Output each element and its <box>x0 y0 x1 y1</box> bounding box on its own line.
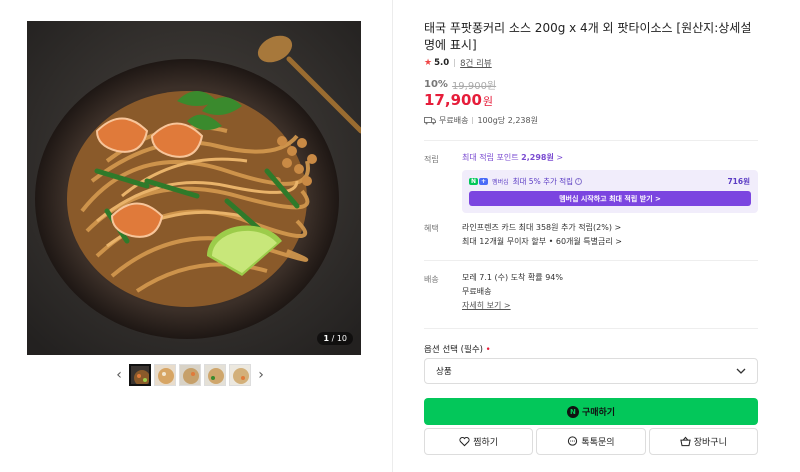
rating-value: 5.0 <box>434 58 450 68</box>
main-product-image[interactable]: 1 / 10 <box>27 21 361 355</box>
max-points-value: 2,298원 <box>521 153 554 162</box>
membership-badge-text: 멤버십 <box>492 179 509 186</box>
sale-price-unit: 원 <box>482 95 494 108</box>
max-points-prefix: 최대 적립 포인트 <box>462 153 522 162</box>
talk-inquiry-label: 톡톡문의 <box>581 438 615 448</box>
max-points-link[interactable]: 최대 적립 포인트 2,298원 > <box>462 153 563 162</box>
star-icon: ★ <box>424 58 433 68</box>
talk-inquiry-button[interactable]: 톡톡문의 <box>536 428 646 455</box>
delivery-label: 배송 <box>424 275 439 284</box>
sale-price-value: 17,900 <box>424 91 482 109</box>
product-gallery: 1 / 10 ‹ › <box>0 0 392 472</box>
buy-button-label: 구매하기 <box>581 408 616 418</box>
chevron-down-icon <box>736 368 746 374</box>
delivery-fee: 무료배송 <box>462 287 492 296</box>
buy-button[interactable]: N 구매하기 <box>424 398 758 425</box>
original-price: 19,900원 <box>451 81 497 92</box>
unit-price: 100g당 2,238원 <box>477 116 538 125</box>
section-divider <box>424 140 758 141</box>
thumbnail[interactable] <box>204 364 226 386</box>
divider <box>454 59 456 67</box>
cart-label: 장바구니 <box>693 438 727 448</box>
rating-row: ★ 5.0 8건 리뷰 <box>424 57 492 69</box>
image-counter: 1 / 10 <box>317 332 353 345</box>
card-benefit-link[interactable]: 라인프렌즈 카드 최대 358원 추가 적립(2%) > <box>462 221 622 235</box>
thumbnail[interactable] <box>154 364 176 386</box>
info-icon[interactable]: i <box>575 178 583 185</box>
benefits-body: 라인프렌즈 카드 최대 358원 추가 적립(2%) > 최대 12개월 무이자… <box>462 221 622 249</box>
section-divider <box>424 328 758 329</box>
section-divider <box>424 260 758 261</box>
discount-rate: 10% <box>424 79 448 90</box>
image-counter-total: / 10 <box>331 334 347 343</box>
chat-bubble-icon <box>568 436 578 446</box>
thumbnail-next-arrow[interactable]: › <box>254 364 268 386</box>
wishlist-button[interactable]: 찜하기 <box>424 428 534 455</box>
option-label: 옵션 선택 (필수) • <box>424 343 491 355</box>
installment-benefit-link[interactable]: 최대 12개월 무이자 할부 • 60개월 특별금리 > <box>462 235 622 249</box>
thumbnail[interactable] <box>229 364 251 386</box>
naver-pay-icon: N <box>566 405 579 418</box>
image-counter-current: 1 <box>323 334 330 343</box>
plus-badge: + <box>479 178 489 185</box>
review-count-link[interactable]: 8건 리뷰 <box>460 57 492 69</box>
membership-summary: N + 멤버십 최대 5% 추가 적립 i <box>469 176 583 187</box>
thumbnail[interactable] <box>129 364 151 386</box>
action-buttons: 찜하기 톡톡문의 장바구니 <box>424 428 758 455</box>
thumbnail[interactable] <box>179 364 201 386</box>
discount-row: 10% 19,900원 <box>424 77 496 92</box>
option-selected-value: 상품 <box>436 367 452 377</box>
wishlist-label: 찜하기 <box>473 438 499 448</box>
membership-points: 716원 <box>727 177 750 186</box>
basket-icon <box>680 436 691 447</box>
thumbnail-prev-arrow[interactable]: ‹ <box>112 364 126 386</box>
product-title: 태국 푸팟퐁커리 소스 200g x 4개 외 팟타이소스 [원산지:상세설명에… <box>424 21 752 52</box>
points-label: 적립 <box>424 155 439 164</box>
divider <box>472 117 474 124</box>
delivery-details-link[interactable]: 자세히 보기 > <box>462 299 563 313</box>
membership-extra-points: 최대 5% 추가 적립 <box>512 177 574 186</box>
benefits-label: 혜택 <box>424 224 439 233</box>
sale-price: 17,900 원 <box>424 91 493 109</box>
shipping-summary: 무료배송 100g당 2,238원 <box>424 115 538 126</box>
naver-badge: N <box>469 178 479 185</box>
option-select[interactable]: 상품 <box>424 358 758 384</box>
delivery-body: 모레 7.1 (수) 도착 확률 94% 무료배송 자세히 보기 > <box>462 271 563 313</box>
column-divider <box>392 0 393 472</box>
arrival-estimate: 모레 7.1 (수) 도착 확률 94% <box>462 273 563 282</box>
heart-icon <box>459 437 470 447</box>
points-body: 최대 적립 포인트 2,298원 > <box>462 151 563 165</box>
membership-start-button[interactable]: 멤버십 시작하고 최대 적립 받기 > <box>469 191 751 206</box>
shipping-fee: 무료배송 <box>439 116 469 125</box>
thumbnail-strip: ‹ › <box>112 364 268 386</box>
option-label-text: 옵션 선택 (필수) <box>424 345 483 355</box>
cart-button[interactable]: 장바구니 <box>648 428 758 455</box>
required-mark: • <box>485 345 491 355</box>
truck-icon <box>424 116 436 124</box>
pad-thai-photo <box>27 21 361 355</box>
membership-box: N + 멤버십 최대 5% 추가 적립 i 716원 멤버십 시작하고 최대 적… <box>462 170 758 213</box>
